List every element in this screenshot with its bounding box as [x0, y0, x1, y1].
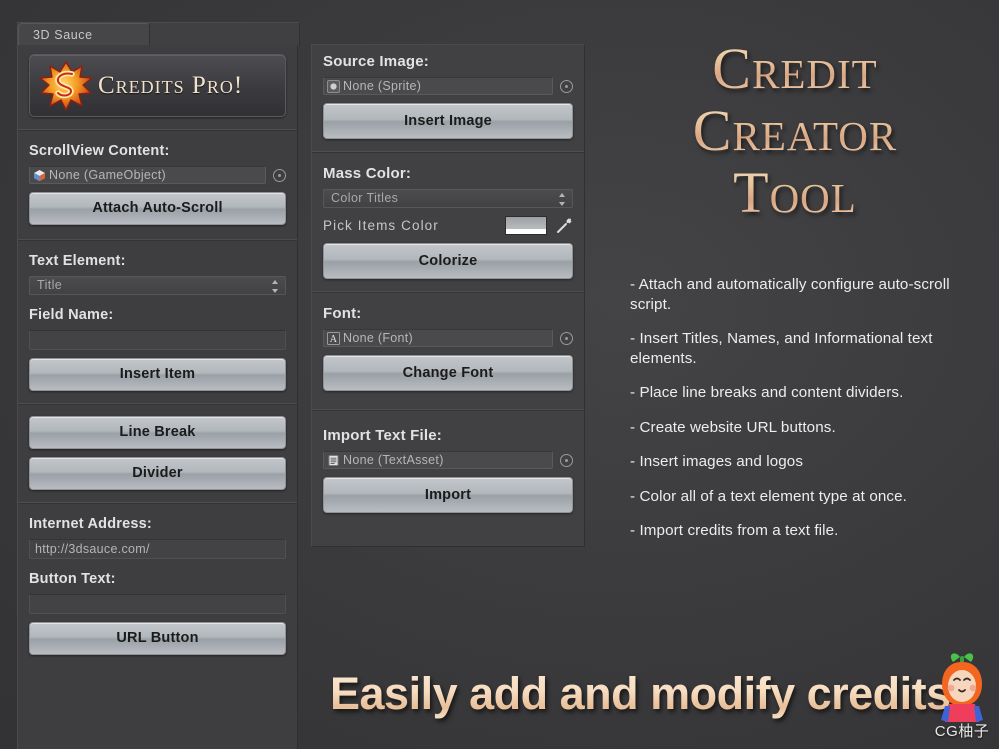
divider — [18, 403, 297, 405]
flame-s-emblem-icon — [38, 60, 94, 112]
source-image-object-value: None (Sprite) — [343, 79, 422, 93]
scrollview-object-value: None (GameObject) — [49, 168, 166, 182]
feature-list-items: - Attach and automatically configure aut… — [630, 275, 970, 541]
url-section: Internet Address: Button Text: URL Butto… — [18, 516, 297, 655]
list-item: - Import credits from a text file. — [630, 522, 839, 539]
color-swatch[interactable] — [505, 216, 547, 235]
source-image-section: Source Image: None (Sprite) Insert Image — [312, 53, 584, 151]
scrollview-object-row: None (GameObject) — [29, 166, 286, 184]
watermark-label: CG柚子 — [934, 723, 990, 740]
object-picker-icon[interactable] — [560, 79, 573, 93]
divider — [312, 409, 584, 411]
source-image-label: Source Image: — [323, 53, 429, 70]
change-font-button[interactable]: Change Font — [323, 355, 573, 391]
source-image-object-field[interactable]: None (Sprite) — [323, 77, 553, 95]
object-picker-icon[interactable] — [273, 168, 286, 182]
import-text-file-label: Import Text File: — [323, 427, 442, 444]
structure-section: Line Break Divider — [18, 416, 297, 502]
object-picker-icon[interactable] — [560, 453, 573, 467]
textasset-icon — [327, 454, 340, 467]
list-item: - Place line breaks and content dividers… — [630, 384, 904, 401]
text-element-label: Text Element: — [29, 253, 126, 269]
import-object-field[interactable]: None (TextAsset) — [323, 451, 553, 469]
divider-button[interactable]: Divider — [29, 457, 286, 490]
import-object-row: None (TextAsset) — [323, 451, 573, 469]
field-name-input[interactable] — [29, 330, 286, 350]
text-element-dropdown-value: Title — [37, 278, 63, 292]
sprite-icon — [327, 79, 340, 93]
chevron-updown-icon — [559, 193, 566, 206]
divider — [18, 502, 297, 504]
font-object-field[interactable]: A None (Font) — [323, 329, 553, 347]
source-image-object-row: None (Sprite) — [323, 77, 573, 95]
attach-auto-scroll-button[interactable]: Attach Auto-Scroll — [29, 192, 286, 225]
gameobject-cube-icon — [33, 169, 46, 182]
chevron-updown-icon — [272, 280, 279, 293]
button-text-label: Button Text: — [29, 571, 116, 587]
font-a-icon: A — [327, 331, 340, 345]
scrollview-content-section: ScrollView Content: None (GameObject) At… — [18, 143, 297, 239]
font-label: Font: — [323, 305, 362, 322]
mass-color-section: Mass Color: Color Titles Pick Items Colo… — [312, 165, 584, 291]
import-text-file-section: Import Text File: None (TextAsset) Impor… — [312, 427, 584, 513]
tab-label: 3D Sauce — [33, 28, 93, 42]
button-text-input[interactable] — [29, 594, 286, 614]
inspector-tab-strip: 3D Sauce — [17, 22, 300, 47]
left-panel: Credits Pro! ScrollView Content: None (G… — [17, 45, 298, 749]
mass-color-dropdown[interactable]: Color Titles — [323, 189, 573, 208]
font-object-row: A None (Font) — [323, 329, 573, 347]
hero-title-line-3: Tool — [600, 162, 990, 224]
divider — [312, 291, 584, 293]
object-picker-icon[interactable] — [560, 331, 573, 345]
hero-title-block: Credit Creator Tool — [600, 38, 990, 224]
divider — [18, 239, 297, 241]
feature-list: - Attach and automatically configure aut… — [630, 275, 970, 556]
list-item: - Insert Titles, Names, and Informationa… — [630, 330, 933, 367]
mass-color-dropdown-value: Color Titles — [331, 191, 399, 205]
internet-address-label: Internet Address: — [29, 516, 152, 532]
field-name-label: Field Name: — [29, 307, 114, 323]
eyedropper-icon[interactable] — [555, 217, 573, 235]
internet-address-input[interactable] — [29, 539, 286, 559]
insert-item-button[interactable]: Insert Item — [29, 358, 286, 391]
scrollview-content-label: ScrollView Content: — [29, 143, 170, 159]
svg-text:A: A — [330, 334, 338, 345]
tab-3d-sauce[interactable]: 3D Sauce — [18, 23, 150, 47]
scrollview-object-field[interactable]: None (GameObject) — [29, 166, 266, 184]
hero-title-line-2: Creator — [600, 100, 990, 162]
text-element-section: Text Element: Title Field Name: Insert I… — [18, 253, 297, 403]
pick-items-color-label: Pick Items Color — [323, 218, 439, 233]
colorize-button[interactable]: Colorize — [323, 243, 573, 279]
insert-image-button[interactable]: Insert Image — [323, 103, 573, 139]
line-break-button[interactable]: Line Break — [29, 416, 286, 449]
text-element-dropdown[interactable]: Title — [29, 276, 286, 295]
list-item: - Create website URL buttons. — [630, 418, 836, 436]
font-object-value: None (Font) — [343, 331, 413, 345]
import-button[interactable]: Import — [323, 477, 573, 513]
logo-text: Credits Pro! — [98, 71, 244, 99]
bottom-banner-text: Easily add and modify credits. — [330, 668, 963, 719]
hero-title-line-1: Credit — [600, 38, 990, 100]
list-item: - Color all of a text element type at on… — [630, 487, 907, 505]
cg-youzi-mascot-icon: CG柚子 — [929, 646, 995, 744]
url-button[interactable]: URL Button — [29, 622, 286, 655]
app-root: 3D Sauce Credits Pro! ScrollView Content… — [0, 0, 999, 749]
pick-items-color-row: Pick Items Color — [323, 216, 573, 235]
divider — [312, 151, 584, 153]
list-item: - Insert images and logos — [630, 453, 804, 470]
divider — [18, 129, 297, 131]
font-section: Font: A None (Font) Change Font — [312, 305, 584, 409]
list-item: - Attach and automatically configure aut… — [630, 276, 950, 313]
credits-pro-logo-banner: Credits Pro! — [29, 54, 286, 117]
middle-panel: Source Image: None (Sprite) Insert Image — [311, 44, 585, 547]
import-object-value: None (TextAsset) — [343, 453, 444, 467]
mass-color-label: Mass Color: — [323, 165, 412, 182]
